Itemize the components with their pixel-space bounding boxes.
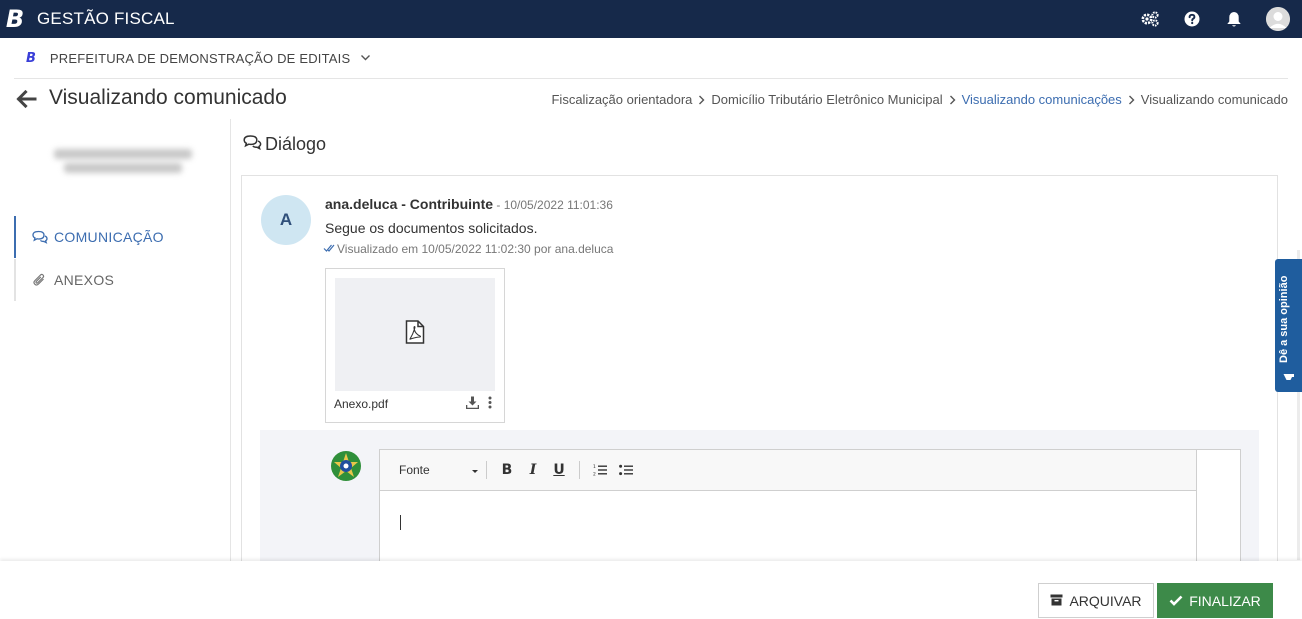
- paperclip-icon: [32, 272, 48, 288]
- breadcrumb-item-current: Visualizando comunicado: [1140, 92, 1288, 107]
- org-name[interactable]: PREFEITURA DE DEMONSTRAÇÃO DE EDITAIS: [50, 51, 350, 66]
- unordered-list-icon: [619, 464, 633, 476]
- toolbar-divider: [579, 461, 580, 479]
- sidebar-item-anexos[interactable]: ANEXOS: [14, 259, 230, 301]
- comments-icon: [32, 229, 48, 245]
- more-options-icon[interactable]: [488, 396, 492, 414]
- message-seen-status: Visualizado em 10/05/2022 11:02:30 por a…: [323, 242, 613, 256]
- top-navbar: B GESTÃO FISCAL: [0, 0, 1302, 38]
- message-date: 10/05/2022 11:01:36: [503, 198, 613, 212]
- reply-area: Fonte B I U 1 2: [260, 430, 1259, 580]
- footer-action-bar: ARQUIVAR FINALIZAR: [0, 561, 1302, 619]
- feedback-tab[interactable]: Dê a sua opinião: [1275, 259, 1302, 392]
- chevron-right-icon: [698, 95, 705, 105]
- breadcrumb-item-comunicacoes[interactable]: Visualizando comunicações: [962, 92, 1122, 107]
- breadcrumb-item-domicilio[interactable]: Domicílio Tributário Eletrônico Municipa…: [711, 92, 942, 107]
- ordered-list-button[interactable]: 1 2: [587, 459, 613, 481]
- finish-button-label: FINALIZAR: [1189, 592, 1261, 609]
- message-author: ana.deluca - Contribuinte: [325, 196, 494, 212]
- top-icons: [1140, 0, 1290, 38]
- message-separator: -: [493, 198, 504, 212]
- settings-cogs-icon[interactable]: [1140, 9, 1160, 29]
- ordered-list-icon: 1 2: [593, 464, 607, 476]
- org-logo: B: [26, 50, 36, 66]
- back-arrow-icon[interactable]: [14, 87, 38, 111]
- font-select[interactable]: Fonte: [399, 463, 479, 477]
- message-author-avatar: A: [261, 195, 311, 245]
- archive-button[interactable]: ARQUIVAR: [1038, 583, 1154, 618]
- brasao-coat-of-arms-avatar: [330, 450, 362, 482]
- attachment-preview[interactable]: [335, 278, 495, 391]
- sidebar: COMUNICAÇÃO ANEXOS: [14, 119, 231, 564]
- pdf-file-icon: [405, 320, 425, 349]
- bold-button[interactable]: B: [494, 459, 520, 481]
- bell-icon[interactable]: [1224, 9, 1244, 29]
- attachment-actions: [465, 396, 492, 414]
- message-header: ana.deluca - Contribuinte - 10/05/2022 1…: [325, 196, 613, 212]
- attachment-name[interactable]: Anexo.pdf: [334, 397, 388, 411]
- archive-button-label: ARQUIVAR: [1069, 592, 1142, 609]
- finish-button[interactable]: FINALIZAR: [1157, 583, 1273, 618]
- archive-icon: [1050, 593, 1063, 609]
- editor-toolbar: Fonte B I U 1 2: [380, 450, 1198, 491]
- page-title: Visualizando comunicado: [49, 86, 287, 109]
- dialog-panel: A ana.deluca - Contribuinte - 10/05/2022…: [241, 175, 1278, 580]
- font-select-label: Fonte: [399, 463, 430, 477]
- megaphone-icon: [1282, 369, 1295, 387]
- sidebar-item-comunicacao[interactable]: COMUNICAÇÃO: [14, 216, 230, 258]
- svg-text:2: 2: [593, 472, 596, 477]
- rich-text-editor: Fonte B I U 1 2: [379, 449, 1241, 580]
- message-seen-text: Visualizado em 10/05/2022 11:02:30 por a…: [337, 242, 614, 256]
- checkmark-icon: [1169, 593, 1183, 609]
- svg-text:1: 1: [593, 464, 596, 470]
- download-icon[interactable]: [465, 396, 480, 414]
- breadcrumb-item-fiscalizacao[interactable]: Fiscalização orientadora: [551, 92, 692, 107]
- chevron-right-icon: [949, 95, 956, 105]
- redacted-taxpayer-info: [52, 145, 194, 183]
- message-text: Segue os documentos solicitados.: [325, 220, 538, 236]
- toolbar-divider: [486, 461, 487, 479]
- sidebar-item-label: COMUNICAÇÃO: [54, 229, 164, 245]
- double-check-icon: [323, 242, 337, 256]
- organization-selector[interactable]: B PREFEITURA DE DEMONSTRAÇÃO DE EDITAIS: [14, 38, 1288, 79]
- underline-button[interactable]: U: [546, 459, 572, 481]
- dialog-header: Diálogo: [243, 134, 326, 155]
- user-avatar[interactable]: [1266, 7, 1290, 31]
- sidebar-item-label: ANEXOS: [54, 272, 115, 288]
- text-caret: [400, 515, 401, 530]
- help-icon[interactable]: [1182, 9, 1202, 29]
- breadcrumb: Fiscalização orientadora Domicílio Tribu…: [551, 92, 1288, 107]
- italic-button[interactable]: I: [520, 459, 546, 481]
- attachment-card[interactable]: Anexo.pdf: [325, 268, 505, 423]
- comments-icon: [243, 134, 262, 155]
- feedback-tab-label: Dê a sua opinião: [1278, 275, 1290, 363]
- dialog-title: Diálogo: [265, 134, 327, 154]
- app-logo[interactable]: B: [0, 0, 30, 38]
- chevron-down-icon[interactable]: [360, 54, 371, 62]
- unordered-list-button[interactable]: [613, 459, 639, 481]
- app-title[interactable]: GESTÃO FISCAL: [37, 9, 175, 29]
- chevron-right-icon: [1128, 95, 1135, 105]
- caret-down-icon: [471, 463, 479, 477]
